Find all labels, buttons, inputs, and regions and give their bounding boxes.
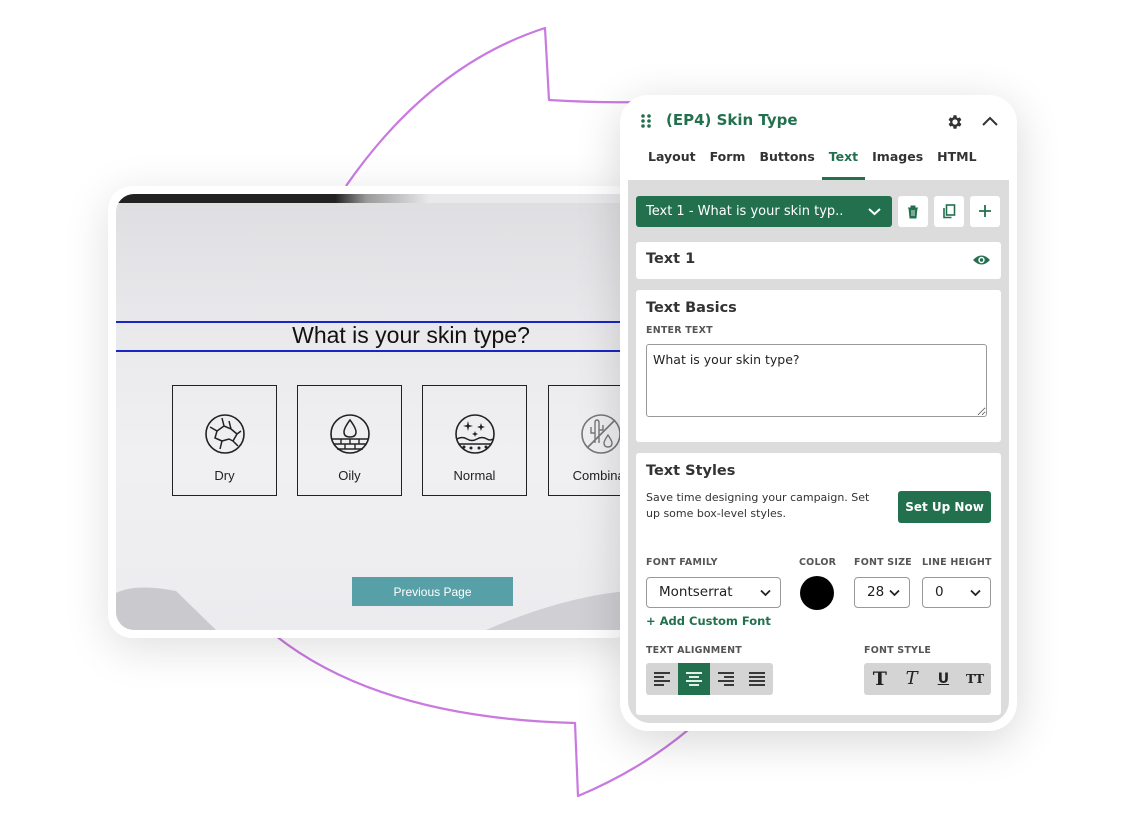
enter-text-field[interactable]: What is your skin type? [646, 344, 987, 417]
underline-button[interactable]: U [928, 663, 960, 695]
align-justify-button[interactable] [741, 663, 773, 695]
text1-title: Text 1 [646, 251, 696, 267]
enter-text-label: ENTER TEXT [646, 325, 713, 336]
question-heading[interactable]: What is your skin type? [116, 320, 638, 350]
preview-screen: What is your skin type? Dry Oily Normal … [116, 194, 638, 630]
chevron-up-icon[interactable] [981, 115, 999, 127]
line-height-select[interactable]: 0 [922, 577, 991, 608]
add-custom-font-link[interactable]: + Add Custom Font [646, 614, 771, 628]
tab-form[interactable]: Form [703, 149, 753, 180]
uppercase-button[interactable]: TT [959, 663, 991, 695]
color-swatch[interactable] [800, 576, 834, 610]
text-alignment-group [646, 663, 773, 695]
align-right-button[interactable] [710, 663, 742, 695]
editor-panel-inner: (EP4) Skin Type Layout Form Buttons Text… [628, 103, 1009, 723]
align-justify-icon [749, 672, 766, 686]
sparkle-skin-icon [455, 414, 495, 454]
duplicate-text-button[interactable] [934, 196, 964, 227]
font-size-label: FONT SIZE [854, 557, 912, 568]
option-dry[interactable]: Dry [172, 385, 277, 496]
eye-icon[interactable] [972, 253, 991, 267]
trash-icon [908, 205, 918, 219]
text-basics-heading: Text Basics [646, 300, 737, 316]
campaign-preview-card: What is your skin type? Dry Oily Normal … [108, 186, 638, 638]
add-text-button[interactable] [970, 196, 1000, 227]
align-center-icon [685, 672, 702, 686]
copy-icon [943, 204, 956, 219]
font-family-select[interactable]: Montserrat [646, 577, 781, 608]
cracked-skin-icon [205, 414, 245, 454]
align-right-icon [717, 672, 734, 686]
italic-button[interactable]: T [896, 663, 928, 695]
chevron-down-icon [970, 589, 981, 597]
oil-drop-icon [330, 414, 370, 454]
delete-text-button[interactable] [898, 196, 928, 227]
chevron-down-icon [889, 589, 900, 597]
chevron-down-icon [868, 208, 881, 216]
text-styles-description: Save time designing your campaign. Set u… [646, 491, 870, 520]
line-height-value: 0 [935, 584, 944, 600]
option-normal[interactable]: Normal [422, 385, 527, 496]
text-element-dropdown-value: Text 1 - What is your skin typ.. [646, 204, 844, 219]
plus-icon [979, 205, 991, 217]
previous-page-button[interactable]: Previous Page [352, 577, 513, 606]
gear-icon[interactable] [946, 113, 964, 131]
chevron-down-icon [760, 589, 771, 597]
option-label: Oily [338, 468, 361, 483]
option-oily[interactable]: Oily [297, 385, 402, 496]
font-size-value: 28 [867, 584, 885, 600]
align-left-icon [654, 672, 670, 686]
tab-html[interactable]: HTML [930, 149, 983, 180]
panel-title: (EP4) Skin Type [666, 111, 798, 129]
panel-body: Text 1 - What is your skin typ.. Text 1 … [628, 180, 1009, 723]
align-center-button[interactable] [677, 663, 710, 695]
drag-handle-icon[interactable] [640, 113, 652, 129]
cactus-no-water-icon [581, 414, 621, 454]
panel-tabs: Layout Form Buttons Text Images HTML [641, 149, 984, 180]
option-label: Dry [214, 468, 235, 483]
editor-panel: (EP4) Skin Type Layout Form Buttons Text… [620, 95, 1017, 731]
font-size-select[interactable]: 28 [854, 577, 910, 608]
tab-buttons[interactable]: Buttons [752, 149, 821, 180]
text-basics-card: Text Basics ENTER TEXT What is your skin… [636, 290, 1001, 442]
bold-button[interactable]: T [864, 663, 896, 695]
font-style-group: T T U TT [864, 663, 991, 695]
text-alignment-label: TEXT ALIGNMENT [646, 645, 742, 656]
text-styles-heading: Text Styles [646, 463, 736, 479]
font-style-label: FONT STYLE [864, 645, 932, 656]
align-left-button[interactable] [646, 663, 678, 695]
color-label: COLOR [799, 557, 837, 568]
font-family-label: FONT FAMILY [646, 557, 718, 568]
preview-top-strip [116, 194, 638, 203]
line-height-label: LINE HEIGHT [922, 557, 992, 568]
panel-header: (EP4) Skin Type Layout Form Buttons Text… [628, 103, 1009, 180]
tab-layout[interactable]: Layout [641, 149, 703, 180]
tab-text[interactable]: Text [821, 149, 866, 180]
tab-images[interactable]: Images [865, 149, 930, 180]
option-label: Normal [453, 468, 496, 483]
font-family-value: Montserrat [659, 584, 733, 600]
text-styles-card: Text Styles Save time designing your cam… [636, 453, 1001, 715]
set-up-now-button[interactable]: Set Up Now [898, 491, 991, 523]
text-element-dropdown[interactable]: Text 1 - What is your skin typ.. [636, 196, 892, 227]
text1-card: Text 1 [636, 242, 1001, 279]
